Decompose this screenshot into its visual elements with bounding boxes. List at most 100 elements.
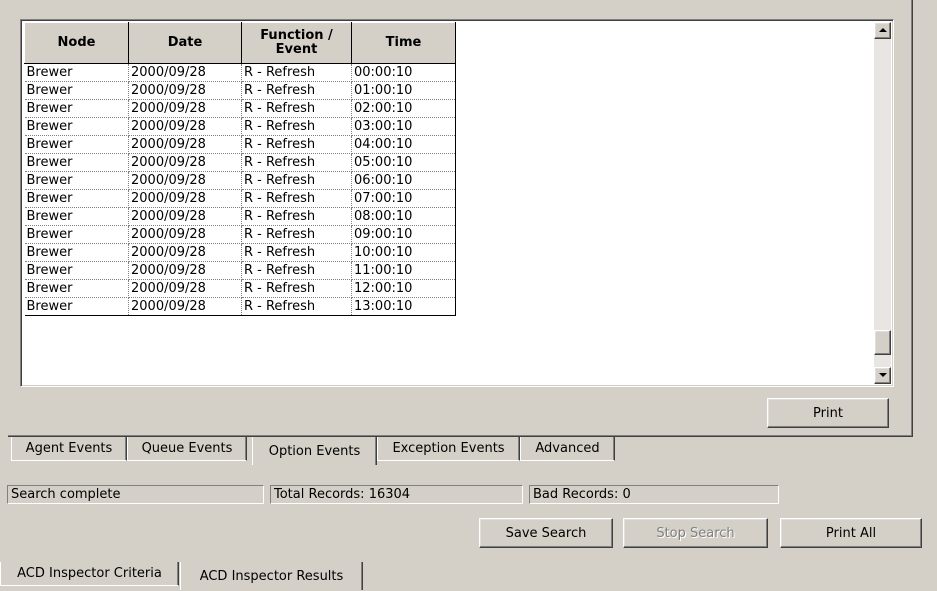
cell-date: 2000/09/28 [128, 153, 242, 172]
events-grid-frame: Node Date Function / Event Time Brewer 20… [20, 19, 894, 387]
cell-node: Brewer [24, 117, 129, 136]
table-row[interactable]: Brewer 2000/09/28 R - Refresh 01:00:10 [24, 81, 456, 100]
print-button[interactable]: Print [767, 398, 889, 428]
table-row[interactable]: Brewer 2000/09/28 R - Refresh 09:00:10 [24, 225, 456, 244]
cell-date: 2000/09/28 [128, 297, 242, 316]
table-row[interactable]: Brewer 2000/09/28 R - Refresh 11:00:10 [24, 261, 456, 280]
table-row[interactable]: Brewer 2000/09/28 R - Refresh 13:00:10 [24, 297, 456, 316]
cell-node: Brewer [24, 297, 129, 316]
tab-queue-events[interactable]: Queue Events [127, 437, 247, 461]
cell-time: 07:00:10 [351, 189, 456, 208]
scrollbar-thumb[interactable] [874, 330, 891, 355]
table-row[interactable]: Brewer 2000/09/28 R - Refresh 07:00:10 [24, 189, 456, 208]
cell-date: 2000/09/28 [128, 117, 242, 136]
table-row[interactable]: Brewer 2000/09/28 R - Refresh 12:00:10 [24, 279, 456, 298]
cell-time: 08:00:10 [351, 207, 456, 226]
scroll-down-button[interactable] [874, 367, 891, 384]
table-row[interactable]: Brewer 2000/09/28 R - Refresh 10:00:10 [24, 243, 456, 262]
cell-function-event: R - Refresh [241, 171, 352, 190]
cell-date: 2000/09/28 [128, 189, 242, 208]
cell-time: 10:00:10 [351, 243, 456, 262]
column-header-function-event[interactable]: Function / Event [241, 22, 352, 64]
cell-function-event: R - Refresh [241, 135, 352, 154]
header-row: Node Date Function / Event Time [24, 22, 456, 64]
tab-exception-events[interactable]: Exception Events [377, 437, 520, 461]
table-row[interactable]: Brewer 2000/09/28 R - Refresh 00:00:10 [24, 63, 456, 82]
cell-time: 11:00:10 [351, 261, 456, 280]
cell-time: 03:00:10 [351, 117, 456, 136]
tab-option-events-label: Option Events [268, 443, 361, 459]
cell-date: 2000/09/28 [128, 225, 242, 244]
print-all-button[interactable]: Print All [780, 518, 922, 548]
cell-date: 2000/09/28 [128, 63, 242, 82]
cell-function-event: R - Refresh [241, 81, 352, 100]
tab-agent-events-label: Agent Events [25, 441, 113, 456]
vertical-scrollbar[interactable] [874, 22, 891, 384]
cell-function-event: R - Refresh [241, 99, 352, 118]
tab-agent-events[interactable]: Agent Events [11, 437, 127, 461]
column-header-time[interactable]: Time [351, 22, 456, 64]
cell-function-event: R - Refresh [241, 225, 352, 244]
status-bad-records: Bad Records: 0 [529, 485, 779, 504]
cell-date: 2000/09/28 [128, 279, 242, 298]
tab-advanced[interactable]: Advanced [520, 437, 615, 461]
cell-function-event: R - Refresh [241, 189, 352, 208]
stop-search-button-label: Stop Search [656, 525, 735, 541]
cell-time: 12:00:10 [351, 279, 456, 298]
table-row[interactable]: Brewer 2000/09/28 R - Refresh 04:00:10 [24, 135, 456, 154]
column-header-node[interactable]: Node [24, 22, 129, 64]
cell-node: Brewer [24, 279, 129, 298]
column-header-date[interactable]: Date [128, 22, 242, 64]
tab-option-events[interactable]: Option Events [252, 437, 377, 465]
save-search-button[interactable]: Save Search [479, 518, 613, 548]
cell-node: Brewer [24, 189, 129, 208]
print-button-label: Print [813, 405, 843, 421]
cell-time: 13:00:10 [351, 297, 456, 316]
cell-node: Brewer [24, 81, 129, 100]
cell-date: 2000/09/28 [128, 261, 242, 280]
cell-node: Brewer [24, 225, 129, 244]
cell-time: 01:00:10 [351, 81, 456, 100]
cell-time: 02:00:10 [351, 99, 456, 118]
tab-acd-inspector-results-label: ACD Inspector Results [199, 568, 344, 584]
table-row[interactable]: Brewer 2000/09/28 R - Refresh 02:00:10 [24, 99, 456, 118]
cell-function-event: R - Refresh [241, 243, 352, 262]
scroll-up-button[interactable] [874, 22, 891, 39]
events-table: Node Date Function / Event Time Brewer 20… [24, 22, 456, 316]
arrow-up-icon [879, 28, 887, 32]
cell-function-event: R - Refresh [241, 63, 352, 82]
events-grid: Node Date Function / Event Time Brewer 20… [23, 22, 874, 384]
tab-acd-inspector-criteria[interactable]: ACD Inspector Criteria [0, 562, 179, 586]
cell-date: 2000/09/28 [128, 81, 242, 100]
cell-node: Brewer [24, 135, 129, 154]
print-all-button-label: Print All [825, 525, 877, 541]
cell-function-event: R - Refresh [241, 207, 352, 226]
cell-time: 05:00:10 [351, 153, 456, 172]
cell-date: 2000/09/28 [128, 243, 242, 262]
table-row[interactable]: Brewer 2000/09/28 R - Refresh 03:00:10 [24, 117, 456, 136]
tab-advanced-label: Advanced [535, 441, 600, 456]
cell-function-event: R - Refresh [241, 297, 352, 316]
arrow-down-icon [879, 373, 887, 377]
cell-time: 06:00:10 [351, 171, 456, 190]
cell-time: 00:00:10 [351, 63, 456, 82]
cell-date: 2000/09/28 [128, 171, 242, 190]
cell-time: 04:00:10 [351, 135, 456, 154]
stop-search-button[interactable]: Stop Search [623, 518, 768, 548]
cell-node: Brewer [24, 63, 129, 82]
cell-function-event: R - Refresh [241, 153, 352, 172]
cell-node: Brewer [24, 261, 129, 280]
table-row[interactable]: Brewer 2000/09/28 R - Refresh 05:00:10 [24, 153, 456, 172]
tab-acd-inspector-results[interactable]: ACD Inspector Results [180, 562, 363, 590]
table-row[interactable]: Brewer 2000/09/28 R - Refresh 06:00:10 [24, 171, 456, 190]
cell-node: Brewer [24, 153, 129, 172]
tab-queue-events-label: Queue Events [141, 441, 233, 456]
cell-date: 2000/09/28 [128, 99, 242, 118]
cell-function-event: R - Refresh [241, 279, 352, 298]
status-message: Search complete [7, 485, 264, 504]
table-row[interactable]: Brewer 2000/09/28 R - Refresh 08:00:10 [24, 207, 456, 226]
tab-acd-inspector-criteria-label: ACD Inspector Criteria [17, 566, 162, 581]
cell-function-event: R - Refresh [241, 117, 352, 136]
cell-function-event: R - Refresh [241, 261, 352, 280]
save-search-button-label: Save Search [505, 525, 587, 541]
